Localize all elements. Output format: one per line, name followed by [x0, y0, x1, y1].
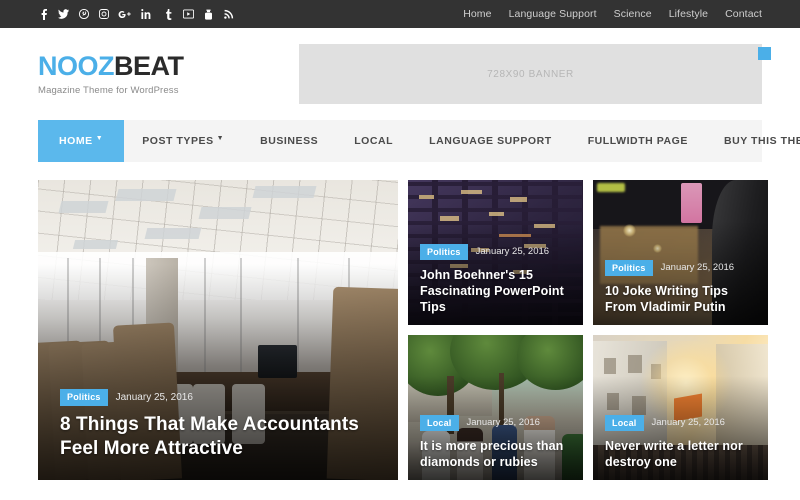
category-badge[interactable]: Politics [605, 259, 653, 276]
post-date: January 25, 2016 [660, 262, 735, 274]
logo-primary: NOOZ [38, 51, 115, 82]
logo-secondary: BEAT [114, 51, 184, 82]
nav-item-post-types-label: POST TYPES [142, 135, 214, 147]
post-meta: Politics January 25, 2016 10 Joke Writin… [605, 259, 756, 315]
twitter-icon[interactable] [58, 8, 69, 20]
top-bar: Home Language Support Science Lifestyle … [0, 0, 800, 28]
category-badge[interactable]: Politics [420, 243, 468, 260]
nav-item-local[interactable]: LOCAL [336, 120, 411, 162]
post-meta: Local January 25, 2016 Never write a let… [605, 414, 756, 470]
post-title[interactable]: 10 Joke Writing Tips From Vladimir Putin [605, 283, 756, 315]
instagram-icon[interactable] [98, 8, 109, 20]
post-meta: Politics January 25, 2016 John Boehner's… [420, 243, 571, 315]
top-nav-item-home[interactable]: Home [463, 8, 491, 20]
category-badge[interactable]: Local [605, 414, 644, 431]
chevron-down-icon: ▼ [95, 134, 104, 142]
post-card-hero[interactable]: Politics January 25, 2016 8 Things That … [38, 180, 398, 480]
top-nav-item-language-support[interactable]: Language Support [509, 8, 597, 20]
site-header: NOOZBEAT Magazine Theme for WordPress 72… [0, 28, 800, 120]
post-card-4[interactable]: Local January 25, 2016 Never write a let… [593, 335, 768, 480]
vimeo-icon[interactable] [183, 8, 194, 20]
top-nav-item-lifestyle[interactable]: Lifestyle [669, 8, 708, 20]
nav-item-fullwidth-page[interactable]: FULLWIDTH PAGE [570, 120, 706, 162]
main-navigation: HOME ▼ POST TYPES ▼ BUSINESS LOCAL LANGU… [38, 120, 800, 162]
header-ad-banner[interactable]: 728X90 BANNER [299, 44, 771, 104]
top-nav-item-science[interactable]: Science [614, 8, 652, 20]
nav-item-business[interactable]: BUSINESS [242, 120, 336, 162]
nav-item-post-types[interactable]: POST TYPES ▼ [124, 120, 242, 162]
linkedin-icon[interactable] [141, 8, 154, 20]
pinterest-icon[interactable] [78, 8, 89, 20]
nav-item-home-label: HOME [59, 135, 93, 147]
site-logo[interactable]: NOOZBEAT Magazine Theme for WordPress [38, 52, 184, 96]
site-tagline: Magazine Theme for WordPress [38, 84, 179, 96]
post-grid: Politics January 25, 2016 8 Things That … [38, 180, 768, 480]
google-plus-icon[interactable] [118, 8, 132, 20]
post-date: January 25, 2016 [475, 246, 550, 258]
post-meta: Local January 25, 2016 It is more precio… [420, 414, 571, 470]
banner-close-chip[interactable] [758, 47, 771, 60]
rss-icon[interactable] [223, 8, 234, 20]
chevron-down-icon: ▼ [216, 134, 225, 142]
facebook-icon[interactable] [38, 8, 49, 20]
post-card-3[interactable]: Local January 25, 2016 It is more precio… [408, 335, 583, 480]
post-date: January 25, 2016 [466, 417, 540, 429]
nav-item-buy-this-theme[interactable]: BUY THIS THEME [706, 120, 800, 162]
post-title[interactable]: Never write a letter nor destroy one [605, 438, 756, 470]
nav-item-language-support[interactable]: LANGUAGE SUPPORT [411, 120, 570, 162]
top-navigation: Home Language Support Science Lifestyle … [463, 8, 762, 20]
post-title[interactable]: 8 Things That Make Accountants Feel More… [60, 413, 376, 462]
post-title[interactable]: John Boehner's 15 Fascinating PowerPoint… [420, 267, 571, 315]
youtube-icon[interactable] [203, 8, 214, 20]
post-card-1[interactable]: Politics January 25, 2016 John Boehner's… [408, 180, 583, 325]
logo-text: NOOZBEAT [38, 52, 184, 80]
nav-item-home[interactable]: HOME ▼ [38, 120, 125, 162]
tumblr-icon[interactable] [163, 8, 174, 20]
top-nav-item-contact[interactable]: Contact [725, 8, 762, 20]
post-title[interactable]: It is more precious than diamonds or rub… [420, 438, 571, 470]
post-card-2[interactable]: Politics January 25, 2016 10 Joke Writin… [593, 180, 768, 325]
category-badge[interactable]: Politics [60, 389, 108, 406]
post-date: January 25, 2016 [651, 417, 725, 429]
social-links [38, 8, 234, 20]
post-date: January 25, 2016 [115, 391, 193, 403]
post-meta: Politics January 25, 2016 8 Things That … [60, 389, 376, 462]
category-badge[interactable]: Local [420, 414, 459, 431]
banner-placeholder-text: 728X90 BANNER [299, 44, 762, 104]
